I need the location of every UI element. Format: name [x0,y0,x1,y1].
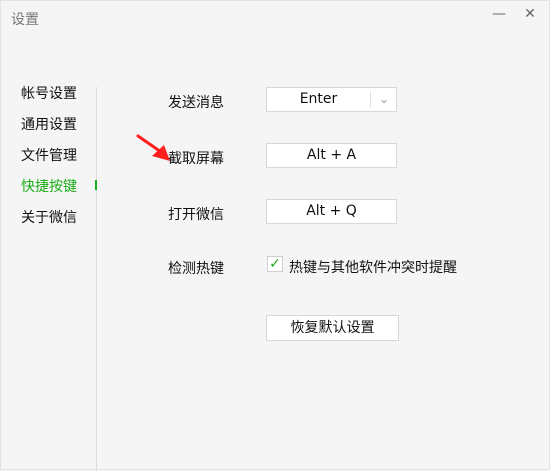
close-button[interactable]: ✕ [517,3,543,25]
chevron-down-icon[interactable]: ⌄ [371,88,397,111]
minimize-button[interactable]: — [486,3,512,25]
hotkey-conflict-checkbox[interactable]: ✓ [267,256,283,272]
sidebar-item-about[interactable]: 关于微信 [21,209,111,240]
check-icon: ✓ [269,256,281,272]
minimize-icon: — [492,6,506,22]
open-wechat-hotkey[interactable]: Alt + Q [266,199,397,224]
restore-defaults-button[interactable]: 恢复默认设置 [266,315,399,341]
close-icon: ✕ [524,6,536,22]
detect-hotkeys-label: 检测热键 [168,261,224,277]
send-message-select[interactable]: Enter ⌄ [266,87,397,112]
red-arrow-icon [136,134,170,161]
settings-window: 设置 — ✕ 帐号设置 通用设置 文件管理 快捷按键 关于微信 发送消息 Ent… [0,0,550,471]
capture-screen-label: 截取屏幕 [168,151,224,167]
send-message-label: 发送消息 [168,95,224,111]
sidebar-divider [96,87,97,471]
sidebar-item-files[interactable]: 文件管理 [21,147,111,178]
send-message-value: Enter [299,91,338,107]
active-indicator [95,180,97,190]
hotkey-conflict-checkbox-label[interactable]: 热键与其他软件冲突时提醒 [289,257,457,277]
sidebar-item-account[interactable]: 帐号设置 [21,85,111,116]
capture-screen-hotkey[interactable]: Alt + A [266,143,397,168]
sidebar-item-general[interactable]: 通用设置 [21,116,111,147]
window-title: 设置 [11,12,39,28]
open-wechat-label: 打开微信 [168,207,224,223]
sidebar-item-shortcuts[interactable]: 快捷按键 [21,178,111,209]
sidebar: 帐号设置 通用设置 文件管理 快捷按键 关于微信 [21,85,111,240]
